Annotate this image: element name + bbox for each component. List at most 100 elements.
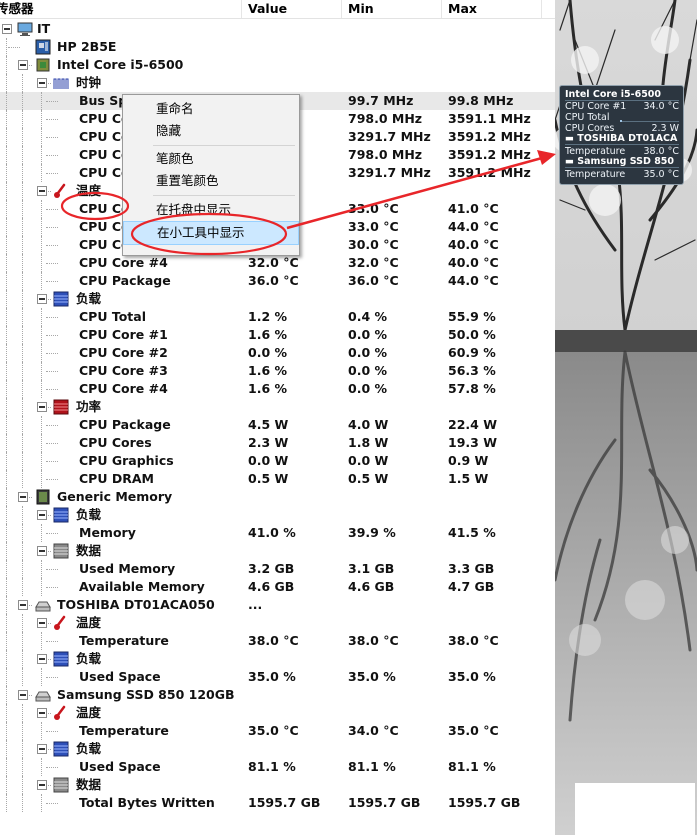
header-divider[interactable]	[541, 0, 542, 18]
sensor-row[interactable]: CPU Package 36.0 °C 36.0 °C 44.0 °C	[0, 272, 555, 290]
gadget-row-value: 35.0 °C	[643, 169, 679, 180]
sensor-row[interactable]: CPU Graphics 0.0 W 0.0 W 0.9 W	[0, 452, 555, 470]
tree-node[interactable]: 负载	[0, 290, 555, 308]
collapse-toggle-icon[interactable]	[37, 78, 47, 88]
tree-connector	[46, 641, 58, 642]
tree-connector	[22, 506, 23, 524]
tree-node[interactable]: 数据	[0, 776, 555, 794]
menu-item-reset-pen-color[interactable]: 重置笔颜色	[123, 170, 299, 192]
collapse-toggle-icon[interactable]	[37, 510, 47, 520]
sensor-row[interactable]: CPU Core #1 1.6 % 0.0 % 50.0 %	[0, 326, 555, 344]
tree-node[interactable]: 负载	[0, 740, 555, 758]
sensor-row[interactable]: Total Bytes Written 1595.7 GB 1595.7 GB 159…	[0, 794, 555, 812]
tree-connector	[41, 254, 42, 272]
tree-connector	[6, 452, 7, 470]
tree-connector	[22, 326, 23, 344]
menu-item-show-in-tray[interactable]: 在托盘中显示	[123, 199, 299, 221]
sensor-row[interactable]: Temperature 35.0 °C 34.0 °C 35.0 °C	[0, 722, 555, 740]
sensor-row[interactable]: CPU Core #3 1.6 % 0.0 % 56.3 %	[0, 362, 555, 380]
tree-connector	[6, 542, 7, 560]
tree-node[interactable]: 温度	[0, 614, 555, 632]
tree-node[interactable]: 温度	[0, 704, 555, 722]
gadget-row-label: CPU Total	[565, 112, 610, 123]
collapse-toggle-icon[interactable]	[37, 744, 47, 754]
collapse-toggle-icon[interactable]	[18, 600, 28, 610]
sensor-row[interactable]: Memory 41.0 % 39.9 % 41.5 %	[0, 524, 555, 542]
sensor-max: 40.0 °C	[448, 255, 499, 270]
tree-connector	[22, 344, 23, 362]
menu-item-hide[interactable]: 隐藏	[123, 120, 299, 142]
sensor-value: 0.0 %	[248, 345, 288, 360]
sensor-min: 1595.7 GB	[348, 795, 421, 810]
tree-node[interactable]: 时钟	[0, 74, 555, 92]
tree-connector	[6, 560, 7, 578]
sensor-max: 55.9 %	[448, 309, 496, 324]
header-value[interactable]: Value	[248, 1, 287, 17]
tree-connector	[41, 308, 42, 326]
header-max[interactable]: Max	[448, 1, 477, 17]
tree-connector	[41, 452, 42, 470]
tree-connector	[22, 380, 23, 398]
tree-node[interactable]: HP 2B5E	[0, 38, 555, 56]
collapse-toggle-icon[interactable]	[37, 780, 47, 790]
tree-connector	[22, 776, 23, 794]
collapse-toggle-icon[interactable]	[37, 708, 47, 718]
tree-node[interactable]: Intel Core i5-6500	[0, 56, 555, 74]
sensor-min: 0.0 %	[348, 363, 388, 378]
sensor-row[interactable]: Used Space 81.1 % 81.1 % 81.1 %	[0, 758, 555, 776]
sensor-row[interactable]: CPU Core #4 32.0 °C 32.0 °C 40.0 °C	[0, 254, 555, 272]
sensor-name: HP 2B5E	[57, 39, 117, 54]
collapse-toggle-icon[interactable]	[18, 690, 28, 700]
header-divider[interactable]	[241, 0, 242, 18]
sensor-max: 3591.1 MHz	[448, 111, 531, 126]
menu-item-rename[interactable]: 重命名	[123, 98, 299, 120]
sensor-name: Available Memory	[79, 579, 205, 594]
tree-connector	[22, 182, 23, 200]
collapse-toggle-icon[interactable]	[37, 294, 47, 304]
tree-node[interactable]: 负载	[0, 506, 555, 524]
tree-node[interactable]: Samsung SSD 850 120GB	[0, 686, 555, 704]
tree-connector	[41, 380, 42, 398]
sensor-row[interactable]: CPU Cores 2.3 W 1.8 W 19.3 W	[0, 434, 555, 452]
tree-node[interactable]: 负载	[0, 650, 555, 668]
collapse-toggle-icon[interactable]	[2, 24, 12, 34]
gadget-load-fill	[620, 120, 622, 122]
header-sensor[interactable]: 传感器	[0, 1, 34, 17]
tree-connector	[6, 272, 7, 290]
sensor-max: 4.7 GB	[448, 579, 495, 594]
collapse-toggle-icon[interactable]	[37, 546, 47, 556]
sensor-max: 35.0 %	[448, 669, 496, 684]
sensor-row[interactable]: CPU Package 4.5 W 4.0 W 22.4 W	[0, 416, 555, 434]
menu-item-pen-color[interactable]: 笔颜色	[123, 148, 299, 170]
collapse-toggle-icon[interactable]	[18, 60, 28, 70]
menu-item-show-in-gadget[interactable]: 在小工具中显示	[123, 221, 299, 245]
collapse-toggle-icon[interactable]	[37, 654, 47, 664]
sensor-row[interactable]: CPU Total 1.2 % 0.4 % 55.9 %	[0, 308, 555, 326]
tree-connector	[6, 110, 7, 128]
sensor-row[interactable]: CPU DRAM 0.5 W 0.5 W 1.5 W	[0, 470, 555, 488]
sensor-row[interactable]: CPU Core #4 1.6 % 0.0 % 57.8 %	[0, 380, 555, 398]
sensor-row[interactable]: Temperature 38.0 °C 38.0 °C 38.0 °C	[0, 632, 555, 650]
sensor-row[interactable]: Available Memory 4.6 GB 4.6 GB 4.7 GB	[0, 578, 555, 596]
collapse-toggle-icon[interactable]	[37, 186, 47, 196]
header-divider[interactable]	[341, 0, 342, 18]
tree-node[interactable]: 功率	[0, 398, 555, 416]
tree-node[interactable]: 数据	[0, 542, 555, 560]
sensor-value: 35.0 °C	[248, 723, 299, 738]
sensor-row[interactable]: Used Space 35.0 % 35.0 % 35.0 %	[0, 668, 555, 686]
sensor-gadget[interactable]: Intel Core i5-6500 CPU Core #1 34.0 °C C…	[559, 85, 684, 185]
tree-connector	[22, 254, 23, 272]
collapse-toggle-icon[interactable]	[18, 492, 28, 502]
header-min[interactable]: Min	[348, 1, 374, 17]
context-menu[interactable]: 重命名 隐藏 笔颜色 重置笔颜色 在托盘中显示 在小工具中显示	[122, 94, 300, 256]
header-divider[interactable]	[441, 0, 442, 18]
tree-node[interactable]: IT	[0, 20, 555, 38]
sensor-row[interactable]: CPU Core #2 0.0 % 0.0 % 60.9 %	[0, 344, 555, 362]
collapse-toggle-icon[interactable]	[37, 402, 47, 412]
tree-node[interactable]: Generic Memory	[0, 488, 555, 506]
tree-node[interactable]: TOSHIBA DT01ACA050...	[0, 596, 555, 614]
tree-connector	[41, 416, 42, 434]
collapse-toggle-icon[interactable]	[37, 618, 47, 628]
sensor-row[interactable]: Used Memory 3.2 GB 3.1 GB 3.3 GB	[0, 560, 555, 578]
tree-connector	[22, 146, 23, 164]
